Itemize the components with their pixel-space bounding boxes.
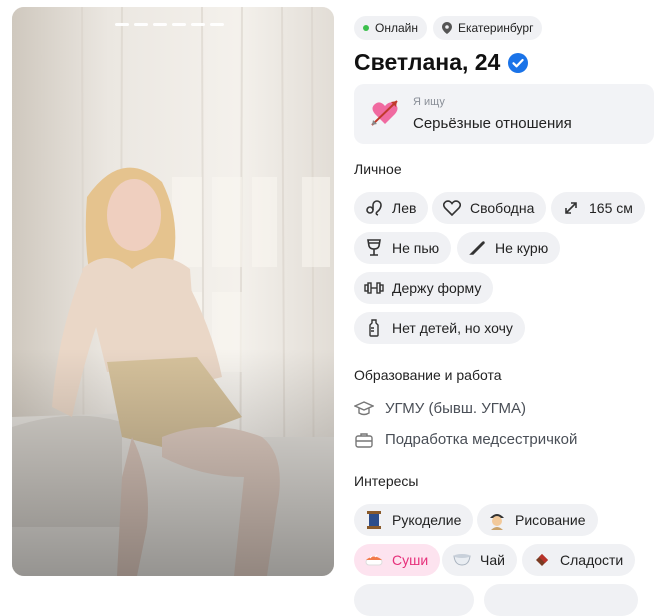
graduation-cap-icon bbox=[354, 400, 374, 417]
tag-zodiac: Лев bbox=[354, 192, 429, 224]
briefcase-icon bbox=[354, 432, 374, 448]
photo-illustration bbox=[12, 7, 334, 576]
verified-icon bbox=[508, 52, 529, 73]
thread-spool-icon bbox=[364, 510, 384, 530]
education-text: УГМУ (бывш. УГМА) bbox=[385, 400, 527, 417]
heart-icon bbox=[442, 198, 462, 218]
interests-section-title: Интересы bbox=[354, 473, 419, 489]
tag-label: Рисование bbox=[515, 512, 586, 528]
tea-cup-icon bbox=[452, 550, 472, 570]
looking-for-card: Я ищу Серьёзные отношения bbox=[354, 84, 654, 144]
tag-fitness: Держу форму bbox=[354, 272, 494, 304]
tag-label: 165 см bbox=[589, 200, 633, 216]
no-smoke-icon bbox=[467, 238, 487, 258]
tag-label: Не пью bbox=[392, 240, 440, 256]
profile-photo[interactable] bbox=[12, 7, 334, 576]
tag-label: Суши bbox=[392, 552, 429, 568]
tag-drinking: Не пью bbox=[354, 232, 452, 264]
online-label: Онлайн bbox=[375, 21, 418, 35]
tag-label: Чай bbox=[480, 552, 505, 568]
tag-interest-tea: Чай bbox=[442, 544, 517, 576]
tag-interest-crafts: Рукоделие bbox=[354, 504, 474, 536]
photo-pagination[interactable] bbox=[115, 23, 224, 26]
tag-interest-partial bbox=[354, 584, 474, 616]
tag-interest-drawing: Рисование bbox=[477, 504, 598, 536]
baby-bottle-icon bbox=[364, 318, 384, 338]
looking-for-label: Я ищу bbox=[413, 96, 445, 108]
online-dot-icon bbox=[363, 25, 369, 31]
tag-label: Свободна bbox=[470, 200, 535, 216]
artist-icon bbox=[487, 510, 507, 530]
tag-interest-sushi: Суши bbox=[354, 544, 441, 576]
tag-children: Нет детей, но хочу bbox=[354, 312, 525, 344]
tag-label: Держу форму bbox=[392, 280, 482, 296]
tag-label: Лев bbox=[392, 200, 417, 216]
tag-label: Сладости bbox=[560, 552, 624, 568]
profile-name: Светлана, 24 bbox=[354, 49, 501, 75]
tag-smoking: Не курю bbox=[457, 232, 561, 264]
location-pin-icon bbox=[441, 22, 452, 34]
heart-arrow-icon bbox=[371, 100, 398, 126]
education-section-title: Образование и работа bbox=[354, 367, 502, 383]
tag-height: 165 см bbox=[551, 192, 645, 224]
sushi-icon bbox=[364, 550, 384, 570]
chocolate-icon bbox=[532, 550, 552, 570]
tag-label: Не курю bbox=[495, 240, 549, 256]
online-badge: Онлайн bbox=[354, 16, 427, 40]
looking-for-value: Серьёзные отношения bbox=[413, 115, 572, 132]
name-row: Светлана, 24 bbox=[354, 49, 529, 76]
dumbbell-icon bbox=[364, 278, 384, 298]
tag-relationship: Свободна bbox=[432, 192, 547, 224]
work-item: Подработка медсестричкой bbox=[354, 431, 577, 448]
personal-section-title: Личное bbox=[354, 161, 402, 177]
tag-label: Рукоделие bbox=[392, 512, 462, 528]
education-item: УГМУ (бывш. УГМА) bbox=[354, 400, 526, 417]
work-text: Подработка медсестричкой bbox=[385, 431, 578, 448]
leo-icon bbox=[364, 198, 384, 218]
tag-interest-sweets: Сладости bbox=[522, 544, 636, 576]
status-chips: Онлайн Екатеринбург bbox=[354, 16, 543, 40]
tag-label: Нет детей, но хочу bbox=[392, 320, 513, 336]
glass-icon bbox=[364, 238, 384, 258]
city-badge: Екатеринбург bbox=[432, 16, 543, 40]
height-icon bbox=[561, 198, 581, 218]
city-label: Екатеринбург bbox=[457, 21, 534, 35]
tag-interest-partial bbox=[484, 584, 638, 616]
